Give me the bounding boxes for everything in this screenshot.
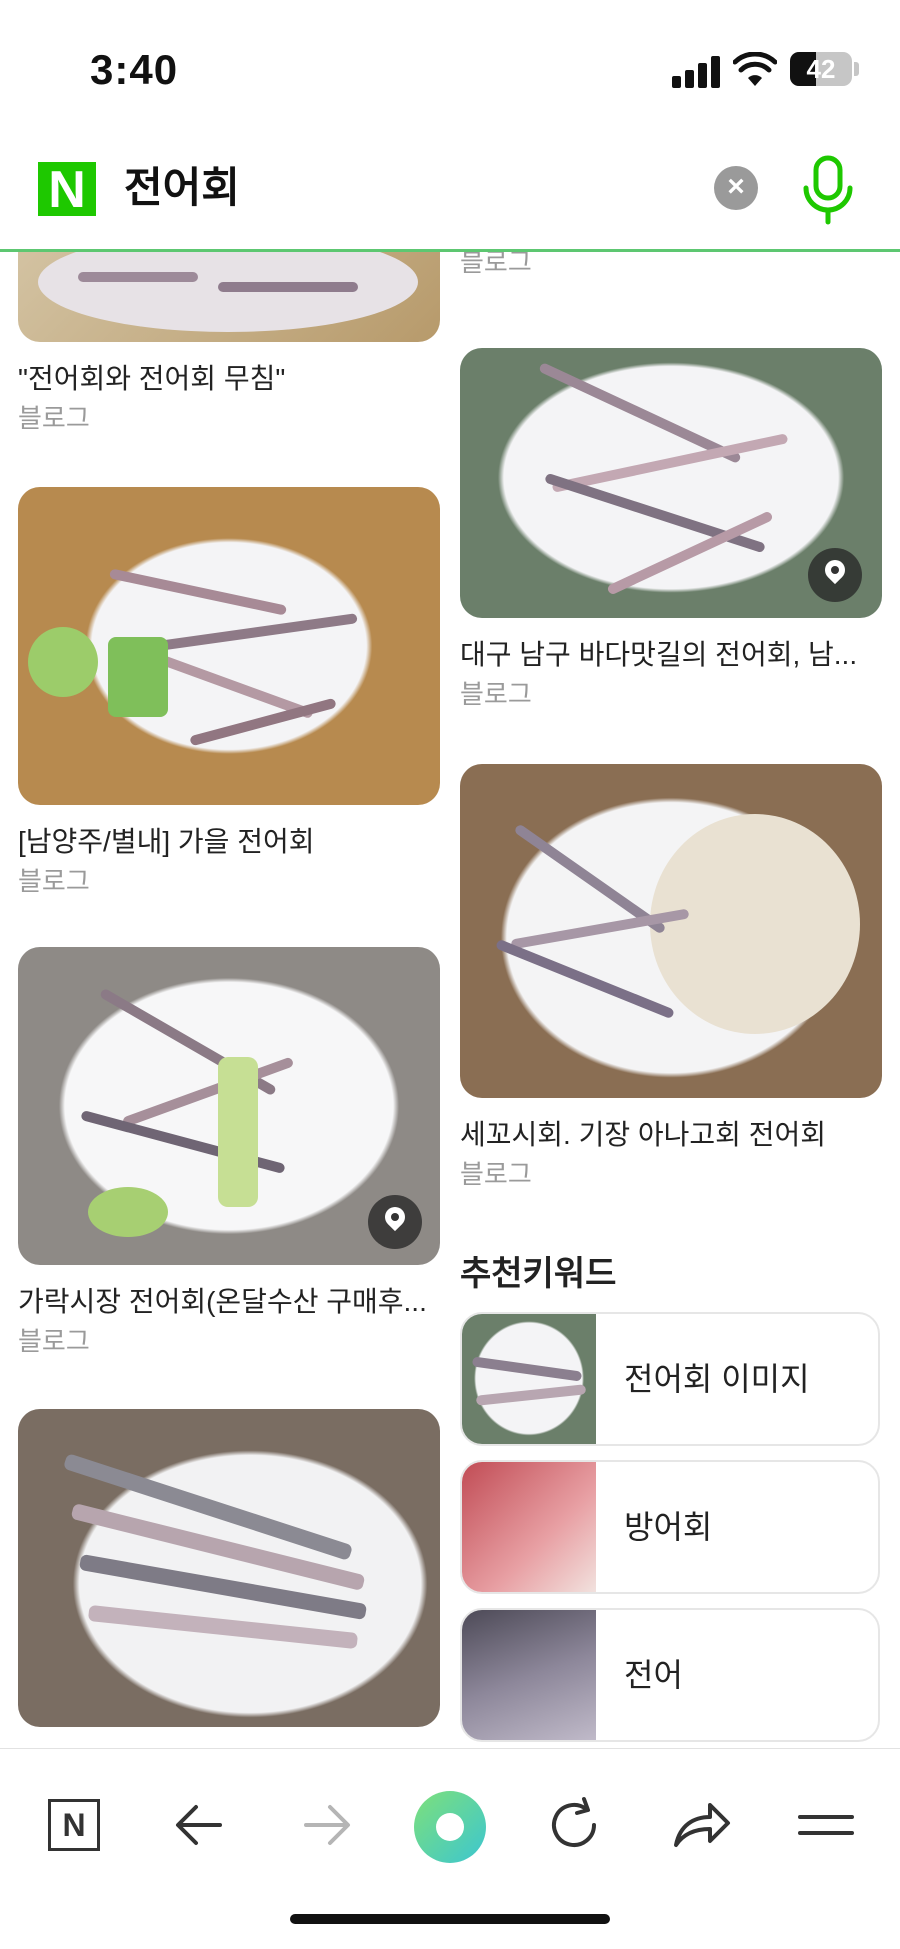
result-card[interactable]: 세꼬시회. 기장 아나고회 전어회 블로그 [460,764,882,1192]
keyword-thumbnail [462,1462,596,1592]
result-title[interactable]: 세꼬시회. 기장 아나고회 전어회 [460,1116,882,1154]
result-source: 블로그 [460,1159,532,1189]
result-card[interactable]: 가락시장 전어회(온달수산 구매후... 블로그 [18,947,440,1359]
back-arrow-icon[interactable] [160,1785,240,1865]
result-source: 블로그 [18,1326,90,1356]
share-icon[interactable] [660,1785,740,1865]
result-card[interactable]: 블로그 [460,252,882,292]
forward-arrow-icon[interactable] [286,1785,366,1865]
result-thumbnail[interactable] [460,764,882,1098]
clear-search-button[interactable]: × [714,166,758,210]
result-thumbnail[interactable] [18,252,440,342]
keyword-label: 전어회 이미지 [624,1361,810,1397]
result-title[interactable]: 가락시장 전어회(온달수산 구매후... [18,1283,440,1321]
status-bar: 3:40 42 [0,0,900,140]
result-title[interactable]: 대구 남구 바다맛길의 전어회, 남... [460,636,882,674]
battery-icon: 42 [790,52,852,86]
keyword-label: 전어 [624,1657,683,1693]
location-pin-icon [808,548,862,602]
search-header: N 전어회 × [0,140,900,252]
naver-logo[interactable]: N [38,161,96,219]
image-results: "전어회와 전어회 무침" 블로그 [남양주/별내] 가을 전어회 블로그 가락… [0,252,900,1748]
search-query[interactable]: 전어회 [124,160,240,216]
keyword-item[interactable]: 방어회 [460,1460,880,1594]
result-card[interactable]: "전어회와 전어회 무침" 블로그 [18,252,440,436]
home-indicator [290,1914,610,1924]
keyword-label: 방어회 [624,1509,713,1545]
refresh-icon[interactable] [534,1785,614,1865]
result-card[interactable] [18,1409,440,1727]
result-card[interactable]: 대구 남구 바다맛길의 전어회, 남... 블로그 [460,348,882,712]
result-title[interactable]: "전어회와 전어회 무침" [18,360,440,398]
keyword-thumbnail [462,1314,596,1444]
battery-tip [854,62,859,76]
naver-home-button[interactable]: N [34,1785,114,1865]
naver-home-icon: N [48,1799,100,1851]
microphone-icon[interactable] [800,154,856,226]
result-title[interactable]: [남양주/별내] 가을 전어회 [18,823,440,861]
recommended-keywords-title: 추천키워드 [460,1255,617,1293]
green-dot-button[interactable] [414,1791,486,1863]
cellular-signal-icon [672,54,720,88]
result-card[interactable]: [남양주/별내] 가을 전어회 블로그 [18,487,440,899]
result-thumbnail[interactable] [460,348,882,618]
status-time: 3:40 [90,46,179,93]
location-pin-icon [368,1195,422,1249]
naver-logo-letter: N [48,161,86,219]
result-source: 블로그 [18,403,90,433]
wifi-icon [733,52,777,86]
keyword-thumbnail [462,1610,596,1740]
result-thumbnail[interactable] [18,1409,440,1727]
result-thumbnail[interactable] [18,947,440,1265]
keyword-item[interactable]: 전어회 이미지 [460,1312,880,1446]
result-thumbnail[interactable] [18,487,440,805]
keyword-item[interactable]: 전어 [460,1608,880,1742]
battery-percent: 42 [806,54,836,84]
result-source: 블로그 [460,252,532,277]
menu-icon[interactable] [786,1785,866,1865]
result-source: 블로그 [460,679,532,709]
result-source: 블로그 [18,866,90,896]
